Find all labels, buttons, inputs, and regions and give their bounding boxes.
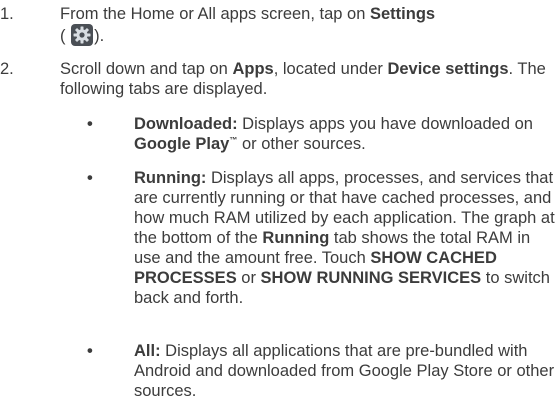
bullet-symbol: • — [87, 115, 93, 133]
running-tab-label: Running — [262, 229, 330, 247]
settings-label: Settings — [369, 5, 436, 23]
all-label: All: — [134, 342, 161, 360]
step-number: 1. — [0, 5, 14, 23]
step-text: From the Home or All apps screen, tap on… — [60, 5, 436, 46]
step-text: Scroll down and tap on Apps, located und… — [60, 60, 546, 98]
bullet-text: Running: Displays all apps, processes, a… — [134, 169, 555, 307]
step-number: 2. — [0, 60, 14, 78]
show-running-services-label: SHOW RUNNING SERVICES — [260, 269, 482, 287]
bullet-text: Downloaded: Displays apps you have downl… — [134, 115, 533, 153]
bullet-text: All: Displays all applications that are … — [134, 342, 555, 400]
bullet-symbol: • — [87, 342, 93, 360]
downloaded-label: Downloaded: — [134, 115, 238, 133]
bullet-symbol: • — [87, 169, 93, 187]
instructions-page: 1. From the Home or All apps screen, tap… — [0, 0, 559, 415]
google-play-label: Google Play — [134, 135, 230, 153]
device-settings-label: Device settings — [387, 60, 509, 78]
running-label: Running: — [134, 169, 207, 187]
apps-label: Apps — [232, 60, 274, 78]
settings-gear-icon — [71, 24, 94, 46]
